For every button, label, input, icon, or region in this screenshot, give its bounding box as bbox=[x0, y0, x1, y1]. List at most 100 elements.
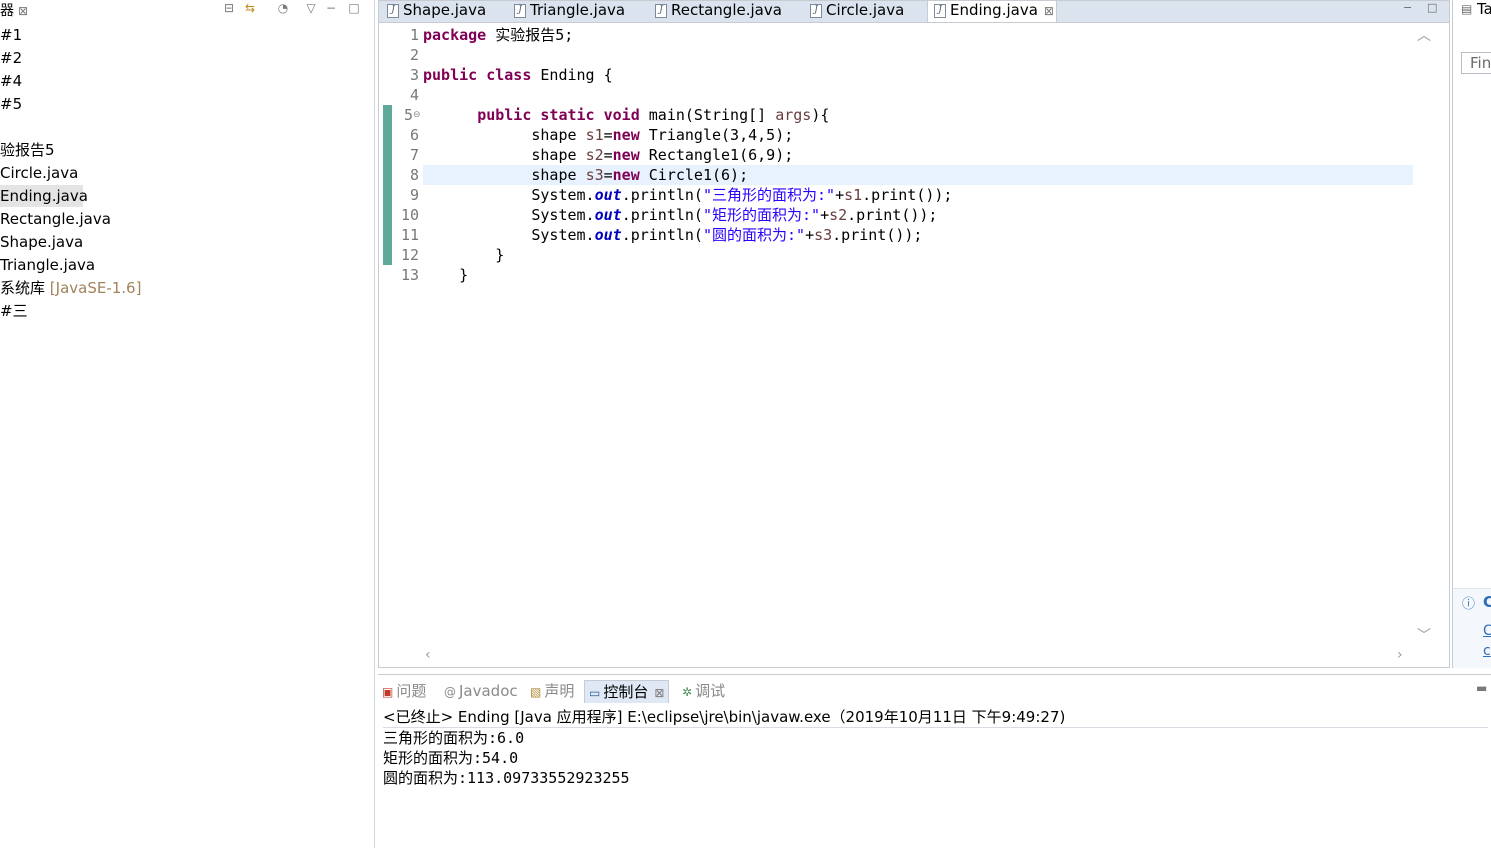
code-token: System. bbox=[423, 206, 595, 224]
fold-collapse-icon[interactable]: ⊖ bbox=[413, 110, 421, 120]
console-toolbar-icon[interactable]: ▬ bbox=[1476, 681, 1487, 695]
tab-console[interactable]: ▭ 控制台 ⊠ bbox=[584, 680, 670, 703]
line-number: 12 bbox=[400, 246, 419, 264]
tree-item-label: Rectangle.java bbox=[0, 210, 111, 228]
code-line[interactable]: System.out.println("圆的面积为:"+s3.print()); bbox=[423, 225, 922, 245]
code-line[interactable]: } bbox=[423, 265, 468, 285]
line-number: 8 bbox=[409, 166, 419, 184]
code-token: + bbox=[805, 226, 815, 244]
tree-item[interactable]: #5 bbox=[0, 93, 22, 115]
tab-label: 调试 bbox=[695, 682, 726, 700]
code-line[interactable]: public static void main(String[] args){ bbox=[423, 105, 829, 125]
code-token: Ending { bbox=[540, 66, 613, 84]
code-token: out bbox=[594, 186, 622, 204]
code-token: s2 bbox=[829, 206, 848, 224]
code-line[interactable]: package 实验报告5; bbox=[423, 25, 573, 45]
code-line[interactable]: System.out.println("三角形的面积为:"+s1.print()… bbox=[423, 185, 952, 205]
tab-label: 声明 bbox=[544, 682, 575, 700]
tree-item[interactable]: #1 bbox=[0, 24, 22, 46]
tab-triangle-java[interactable]: J Triangle.java bbox=[508, 1, 646, 22]
find-input[interactable]: Fin bbox=[1461, 52, 1491, 74]
vertical-scrollbar[interactable]: ︿ ﹀ bbox=[1413, 23, 1447, 647]
code-token: "矩形的面积为:" bbox=[702, 206, 821, 224]
code-line[interactable]: shape s1=new Triangle(3,4,5); bbox=[423, 125, 793, 145]
task-list-tab[interactable]: Ta bbox=[1477, 0, 1491, 18]
maximize-icon[interactable]: □ bbox=[1427, 1, 1437, 14]
tree-item-file[interactable]: Triangle.java bbox=[0, 254, 95, 276]
line-number: 10 bbox=[400, 206, 419, 224]
code-token: Rectangle1(6,9); bbox=[648, 146, 794, 164]
right-panel: ▤ Ta Fin ⓘ C C c bbox=[1452, 0, 1491, 668]
code-line[interactable]: shape s3=new Circle1(6); bbox=[423, 165, 1413, 185]
tree-item-file-selected[interactable]: Ending.java bbox=[0, 185, 88, 207]
code-line[interactable]: } bbox=[423, 245, 504, 265]
tab-declaration[interactable]: ▧ 声明 bbox=[530, 680, 574, 702]
java-file-icon: J bbox=[514, 4, 526, 18]
javadoc-icon: @ bbox=[444, 685, 456, 699]
code-token: shape bbox=[423, 126, 586, 144]
close-icon[interactable]: ⊠ bbox=[1044, 4, 1054, 18]
tab-circle-java[interactable]: J Circle.java bbox=[804, 1, 924, 22]
scroll-right-arrow-icon[interactable]: › bbox=[1397, 647, 1403, 663]
java-file-icon: J bbox=[810, 4, 822, 18]
code-text-area[interactable]: package 实验报告5; public class Ending { publ… bbox=[423, 23, 1413, 647]
tab-ending-java[interactable]: J Ending.java ⊠ bbox=[927, 1, 1057, 22]
tab-rectangle-java[interactable]: J Rectangle.java bbox=[649, 1, 801, 22]
close-icon[interactable]: ⊠ bbox=[18, 4, 28, 18]
tree-item-label: Triangle.java bbox=[0, 256, 96, 274]
code-token: Circle1(6); bbox=[648, 166, 749, 184]
focus-icon[interactable]: ◔ bbox=[276, 1, 290, 15]
close-icon[interactable]: ⊠ bbox=[654, 686, 664, 700]
console-output-line: 圆的面积为:113.09733552923255 bbox=[383, 769, 630, 787]
code-token: "圆的面积为:" bbox=[702, 226, 806, 244]
tree-item-label: Circle.java bbox=[0, 164, 79, 182]
explorer-titlebar: 器 ⊠ ⊟ ⇆ ◔ ▽ − □ bbox=[0, 0, 374, 20]
task-list-icon: ▤ bbox=[1461, 2, 1473, 16]
tree-item-file[interactable]: Shape.java bbox=[0, 231, 83, 253]
tree-item[interactable]: #三 bbox=[0, 300, 28, 322]
console-status-line: <已终止> Ending [Java 应用程序] E:\eclipse\jre\… bbox=[383, 707, 1488, 728]
scroll-up-arrow-icon[interactable]: ︿ bbox=[1417, 25, 1431, 45]
explorer-title[interactable]: 器 ⊠ bbox=[0, 0, 28, 20]
code-token: } bbox=[423, 266, 469, 284]
connect-link-fragment[interactable]: C bbox=[1483, 623, 1491, 639]
connect-link-fragment[interactable]: c bbox=[1483, 643, 1491, 659]
code-token: public static void bbox=[477, 106, 649, 124]
line-number: 9 bbox=[409, 186, 419, 204]
code-token: s3 bbox=[585, 166, 604, 184]
code-line[interactable]: System.out.println("矩形的面积为:"+s2.print())… bbox=[423, 205, 937, 225]
code-token: .print()); bbox=[832, 226, 923, 244]
code-token: 实验报告5; bbox=[495, 26, 574, 44]
code-line[interactable]: shape s2=new Rectangle1(6,9); bbox=[423, 145, 793, 165]
tree-item-library[interactable]: 系统库 [JavaSE-1.6] bbox=[0, 277, 141, 299]
minimize-icon[interactable]: − bbox=[1403, 1, 1412, 14]
tab-javadoc[interactable]: @ Javadoc bbox=[444, 680, 518, 702]
code-token: + bbox=[820, 206, 830, 224]
code-line[interactable]: public class Ending { bbox=[423, 65, 613, 85]
tab-debug[interactable]: ✲ 调试 bbox=[682, 680, 725, 702]
tree-item[interactable]: #4 bbox=[0, 70, 22, 92]
horizontal-scrollbar[interactable]: ‹ › bbox=[423, 647, 1413, 665]
code-token: new bbox=[612, 166, 649, 184]
tab-label: Ending.java bbox=[950, 1, 1038, 19]
tab-problems[interactable]: ▣ 问题 bbox=[382, 680, 426, 702]
tree-item[interactable]: #2 bbox=[0, 47, 22, 69]
link-with-editor-icon[interactable]: ⇆ bbox=[243, 1, 257, 15]
collapse-all-icon[interactable]: ⊟ bbox=[222, 1, 236, 15]
tab-label: Triangle.java bbox=[530, 1, 626, 19]
tab-label: Javadoc bbox=[459, 682, 518, 700]
tree-item-file[interactable]: Rectangle.java bbox=[0, 208, 111, 230]
code-token: new bbox=[612, 126, 649, 144]
tab-shape-java[interactable]: J Shape.java bbox=[381, 1, 505, 22]
line-number: 3 bbox=[409, 66, 419, 84]
minimize-icon[interactable]: − bbox=[324, 1, 338, 15]
tree-item-package[interactable]: 验报告5 bbox=[0, 139, 55, 161]
tab-label: Shape.java bbox=[403, 1, 487, 19]
scroll-left-arrow-icon[interactable]: ‹ bbox=[425, 647, 431, 663]
tree-item-file[interactable]: Circle.java bbox=[0, 162, 78, 184]
line-number: 11 bbox=[400, 226, 419, 244]
view-menu-icon[interactable]: ▽ bbox=[304, 1, 318, 15]
maximize-icon[interactable]: □ bbox=[347, 1, 361, 15]
console-view: ▣ 问题 @ Javadoc ▧ 声明 ▭ 控制台 ⊠ ✲ 调试 ▬ <已终止> Endin… bbox=[378, 674, 1491, 849]
scroll-down-arrow-icon[interactable]: ﹀ bbox=[1417, 625, 1431, 645]
